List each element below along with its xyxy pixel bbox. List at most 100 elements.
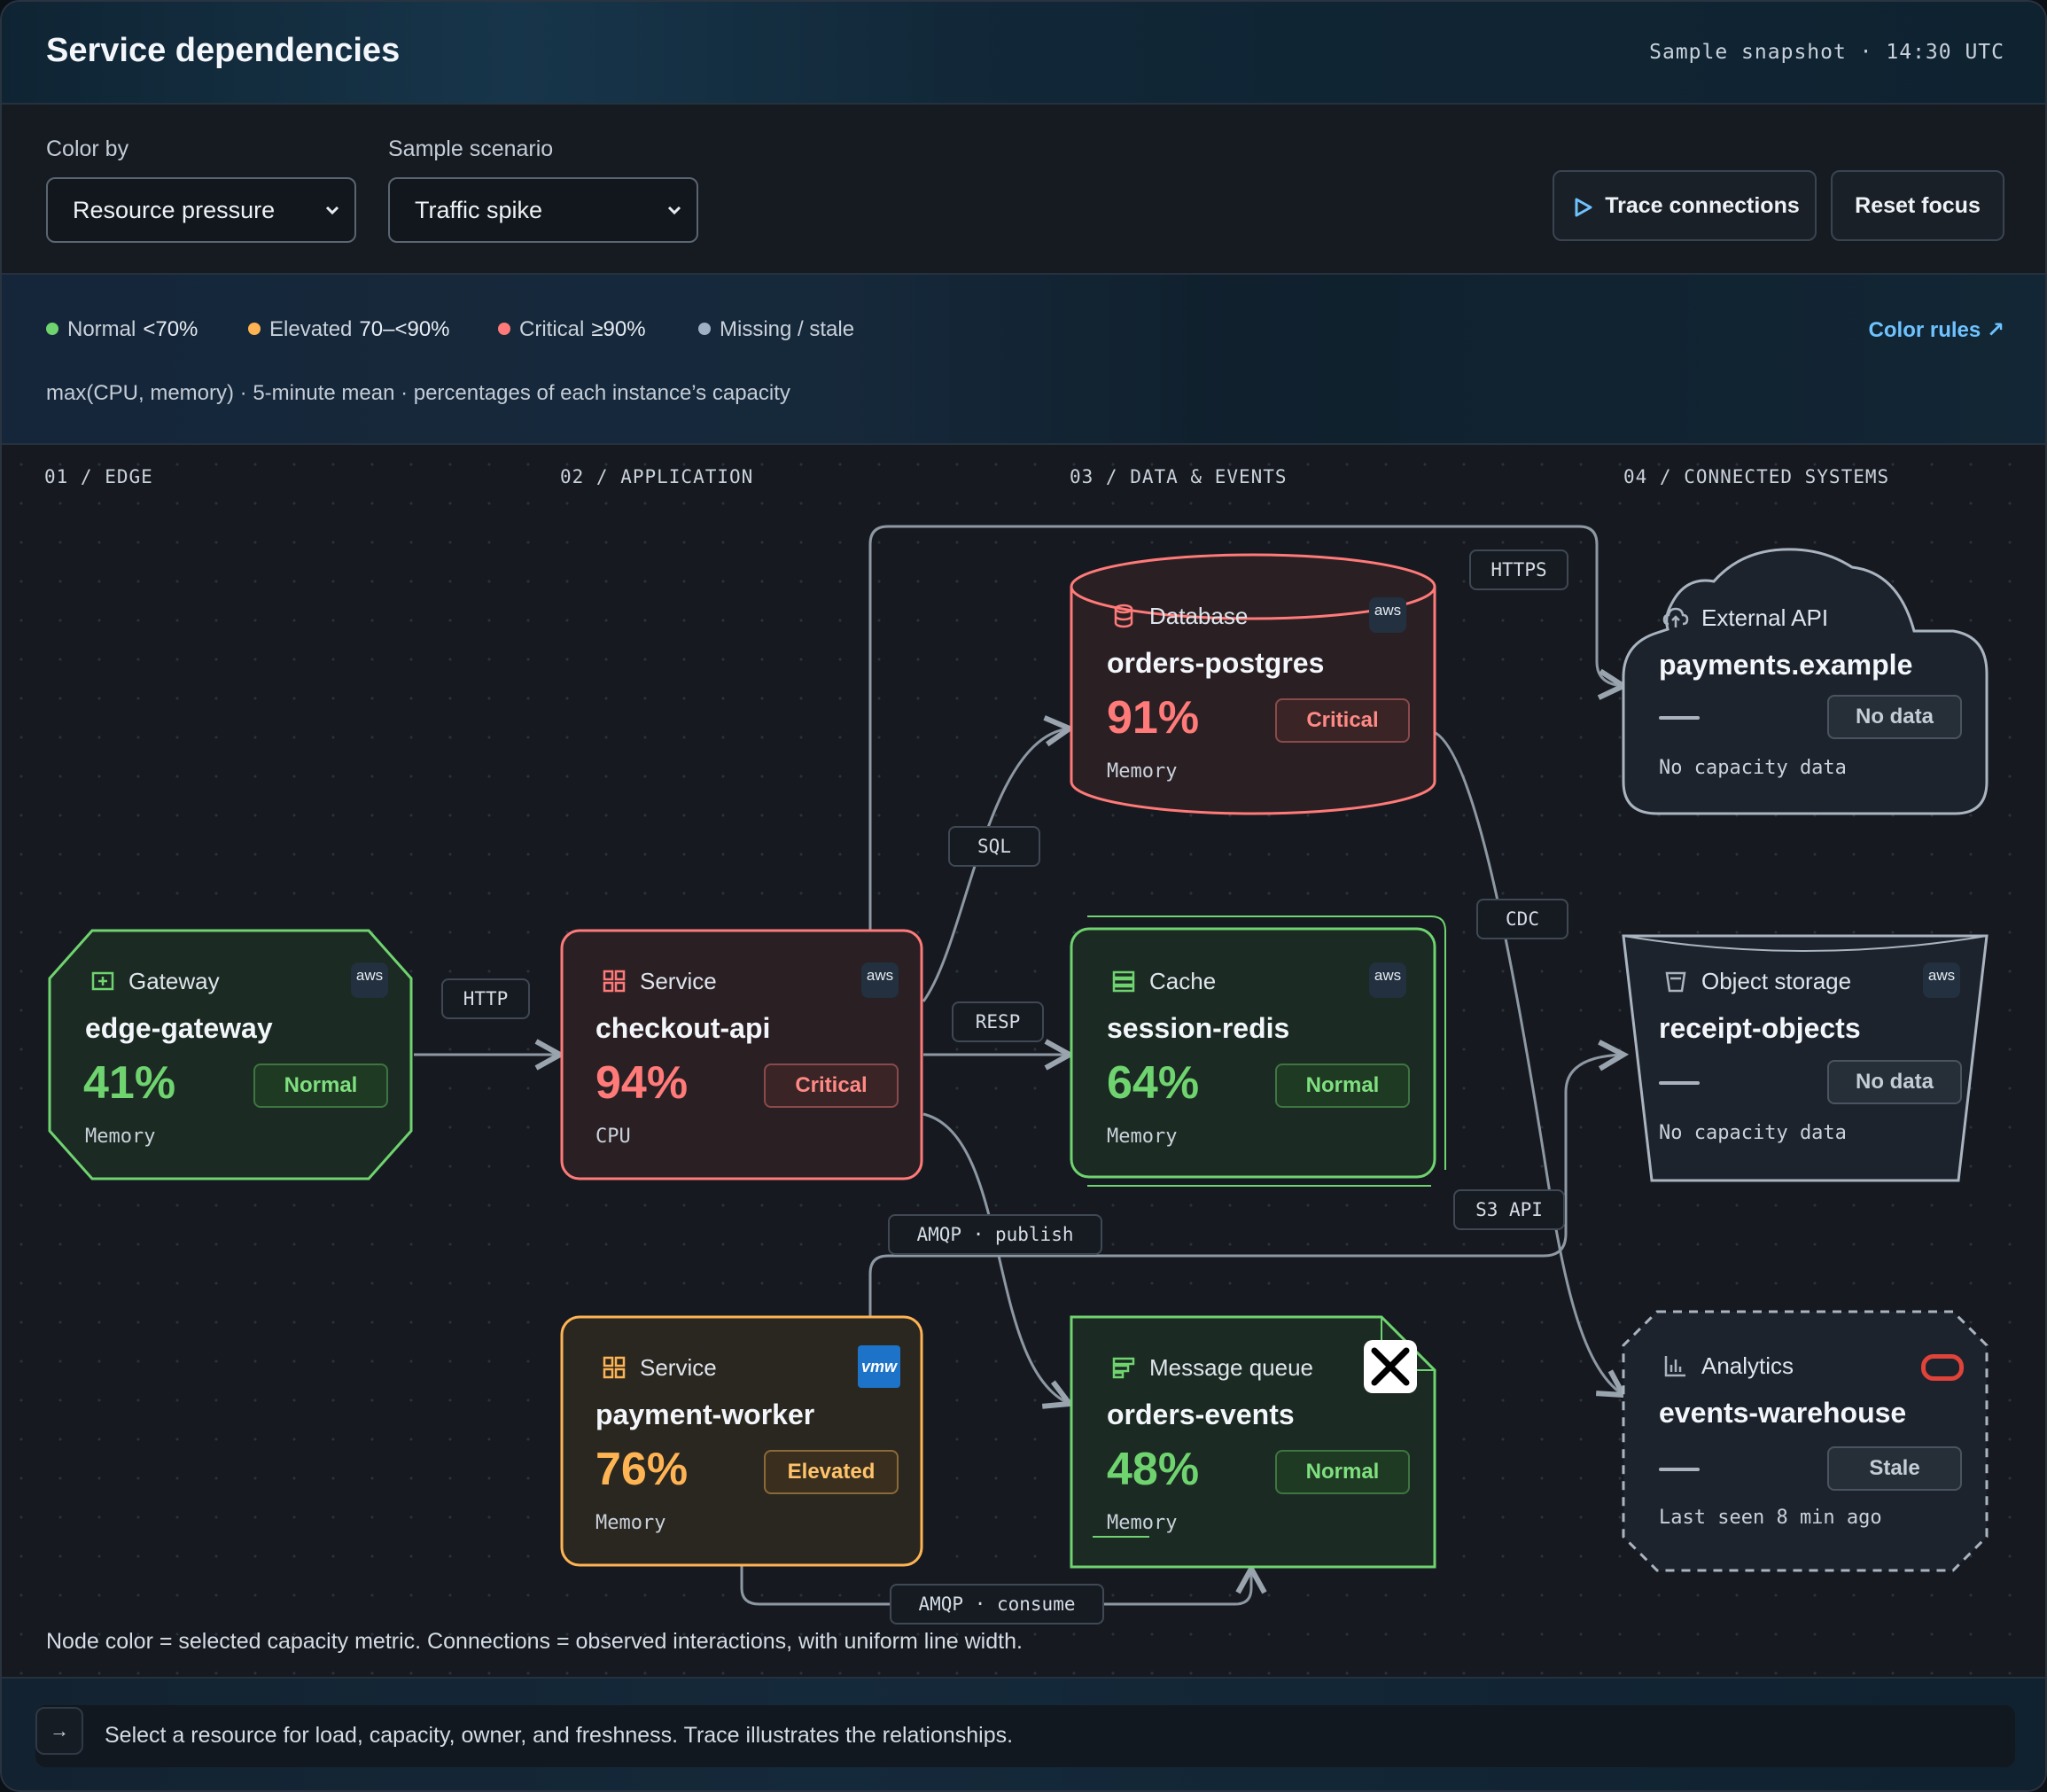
normal-dot-icon bbox=[46, 323, 58, 335]
node-orders-postgres[interactable]: Database aws orders-postgres 91% Critica… bbox=[1070, 551, 1436, 817]
edge-label-resp: RESP bbox=[952, 1001, 1044, 1042]
node-value: 41% bbox=[83, 1057, 176, 1109]
status-message-panel: → Select a resource for load, capacity, … bbox=[35, 1705, 2015, 1767]
node-metric: No capacity data bbox=[1659, 1122, 1847, 1144]
status-badge: Critical bbox=[1275, 698, 1410, 743]
edge-label-sql: SQL bbox=[948, 826, 1040, 867]
node-kind: Database bbox=[1149, 603, 1249, 629]
color-by-select[interactable]: Resource pressure bbox=[46, 177, 356, 243]
cache-icon bbox=[1112, 970, 1135, 993]
edge-label-amqp-consume: AMQP · consume bbox=[890, 1584, 1104, 1624]
database-icon bbox=[1114, 604, 1133, 628]
aws-icon: aws bbox=[1369, 597, 1406, 633]
edge-label-https: HTTPS bbox=[1469, 549, 1568, 590]
node-value: 48% bbox=[1107, 1444, 1200, 1495]
scenario-value: Traffic spike bbox=[415, 197, 543, 223]
node-name: payments.example bbox=[1659, 649, 1913, 681]
node-checkout-api[interactable]: Service aws checkout-api 94% Critical CP… bbox=[560, 929, 923, 1180]
no-value-dash bbox=[1659, 1468, 1700, 1471]
analytics-chart-icon bbox=[1664, 1356, 1685, 1377]
canvas-footnote: Node color = selected capacity metric. C… bbox=[46, 1629, 1023, 1654]
status-badge: Critical bbox=[764, 1064, 899, 1108]
status-bar: → Select a resource for load, capacity, … bbox=[2, 1677, 2045, 1790]
dependency-canvas: 01 / EDGE 02 / APPLICATION 03 / DATA & E… bbox=[2, 445, 2045, 1677]
header: Service dependencies Sample snapshot · 1… bbox=[2, 2, 2045, 105]
edge-label-cdc: CDC bbox=[1476, 899, 1568, 939]
node-name: checkout-api bbox=[595, 1012, 771, 1044]
aws-icon: aws bbox=[1369, 962, 1406, 998]
node-name: session-redis bbox=[1107, 1012, 1290, 1044]
message-queue-icon bbox=[1112, 1357, 1135, 1379]
node-kind: Object storage bbox=[1701, 968, 1852, 994]
node-edge-gateway[interactable]: Gateway aws edge-gateway 41% Normal Memo… bbox=[48, 929, 413, 1180]
status-badge: Normal bbox=[1275, 1064, 1410, 1108]
status-message: Select a resource for load, capacity, ow… bbox=[105, 1723, 1014, 1748]
status-badge: No data bbox=[1827, 695, 1962, 739]
node-receipt-objects[interactable]: Object storage aws receipt-objects No da… bbox=[1622, 934, 1989, 1182]
critical-dot-icon bbox=[498, 323, 510, 335]
reset-focus-button[interactable]: Reset focus bbox=[1831, 170, 2004, 241]
chevron-down-icon bbox=[667, 206, 681, 215]
node-kind: Message queue bbox=[1149, 1354, 1314, 1381]
dashed-octagon-shape bbox=[1622, 1310, 1989, 1572]
page-title: Service dependencies bbox=[46, 32, 401, 69]
node-session-redis[interactable]: Cache aws session-redis 64% Normal Memor… bbox=[1070, 915, 1451, 1195]
node-payments-example[interactable]: External API payments.example No data No… bbox=[1622, 541, 1989, 815]
chevron-down-icon bbox=[325, 206, 339, 215]
node-metric: Memory bbox=[595, 1512, 666, 1534]
node-kind: Service bbox=[640, 968, 717, 994]
node-name: events-warehouse bbox=[1659, 1397, 1907, 1429]
no-value-dash bbox=[1659, 1081, 1700, 1085]
node-payment-worker[interactable]: Service vmw payment-worker 76% Elevated … bbox=[560, 1315, 923, 1567]
node-name: receipt-objects bbox=[1659, 1012, 1861, 1044]
node-metric: Memory bbox=[85, 1126, 156, 1148]
node-metric: Memory bbox=[1107, 1512, 1178, 1534]
node-metric: No capacity data bbox=[1659, 757, 1847, 779]
scenario-label: Sample scenario bbox=[388, 136, 554, 161]
x-logo-icon bbox=[1364, 1340, 1417, 1393]
legend-missing: Missing / stale bbox=[698, 317, 854, 342]
aws-icon: aws bbox=[351, 962, 388, 998]
edge-label-s3: S3 API bbox=[1453, 1189, 1565, 1230]
cloud-link-icon bbox=[1662, 607, 1689, 627]
service-grid-icon bbox=[603, 970, 626, 993]
legend-elevated: Elevated 70–<90% bbox=[248, 317, 450, 342]
trace-connections-button[interactable]: Trace connections bbox=[1553, 170, 1817, 241]
node-events-warehouse[interactable]: Analytics events-warehouse Stale Last se… bbox=[1622, 1310, 1989, 1572]
edge-label-http: HTTP bbox=[441, 978, 530, 1019]
node-kind: Gateway bbox=[128, 968, 220, 994]
play-icon bbox=[1575, 198, 1592, 217]
node-name: orders-postgres bbox=[1107, 647, 1325, 679]
node-name: payment-worker bbox=[595, 1399, 815, 1430]
node-kind: Service bbox=[640, 1354, 717, 1381]
gateway-icon bbox=[91, 971, 114, 991]
node-value: 94% bbox=[595, 1057, 689, 1109]
node-metric: Memory bbox=[1107, 1126, 1178, 1148]
oracle-icon bbox=[1921, 1354, 1964, 1381]
scenario-select[interactable]: Traffic spike bbox=[388, 177, 698, 243]
edge-label-amqp-publish: AMQP · publish bbox=[888, 1214, 1102, 1255]
color-rules-link[interactable]: Color rules ↗ bbox=[1869, 317, 2004, 343]
controls-bar: Color by Resource pressure Sample scenar… bbox=[2, 105, 2045, 275]
snapshot-timestamp: Sample snapshot · 14:30 UTC bbox=[1649, 41, 2004, 64]
missing-dot-icon bbox=[698, 323, 711, 335]
metric-formula: max(CPU, memory) · 5-minute mean · perce… bbox=[46, 381, 790, 405]
vmware-icon: vmw bbox=[858, 1345, 900, 1388]
color-by-value: Resource pressure bbox=[73, 197, 276, 223]
status-badge: Normal bbox=[1275, 1450, 1410, 1494]
node-kind: Cache bbox=[1149, 968, 1217, 994]
color-by-label: Color by bbox=[46, 136, 129, 161]
arrow-right-icon[interactable]: → bbox=[35, 1707, 83, 1755]
node-orders-events[interactable]: Message queue orders-events 48% Normal M… bbox=[1070, 1315, 1436, 1569]
node-value: 64% bbox=[1107, 1057, 1200, 1109]
legend-band: Normal <70% Elevated 70–<90% Critical ≥90% … bbox=[2, 275, 2045, 445]
node-metric: Memory bbox=[1107, 760, 1178, 783]
legend-critical: Critical ≥90% bbox=[498, 317, 646, 342]
node-metric: Last seen 8 min ago bbox=[1659, 1507, 1882, 1529]
status-badge: Normal bbox=[253, 1064, 388, 1108]
stacked-rectangle-shape bbox=[1070, 915, 1446, 1187]
app-window: Service dependencies Sample snapshot · 1… bbox=[0, 0, 2047, 1792]
edge-cdc bbox=[1435, 731, 1623, 1395]
status-badge: Stale bbox=[1827, 1446, 1962, 1491]
aws-icon: aws bbox=[1923, 962, 1960, 998]
